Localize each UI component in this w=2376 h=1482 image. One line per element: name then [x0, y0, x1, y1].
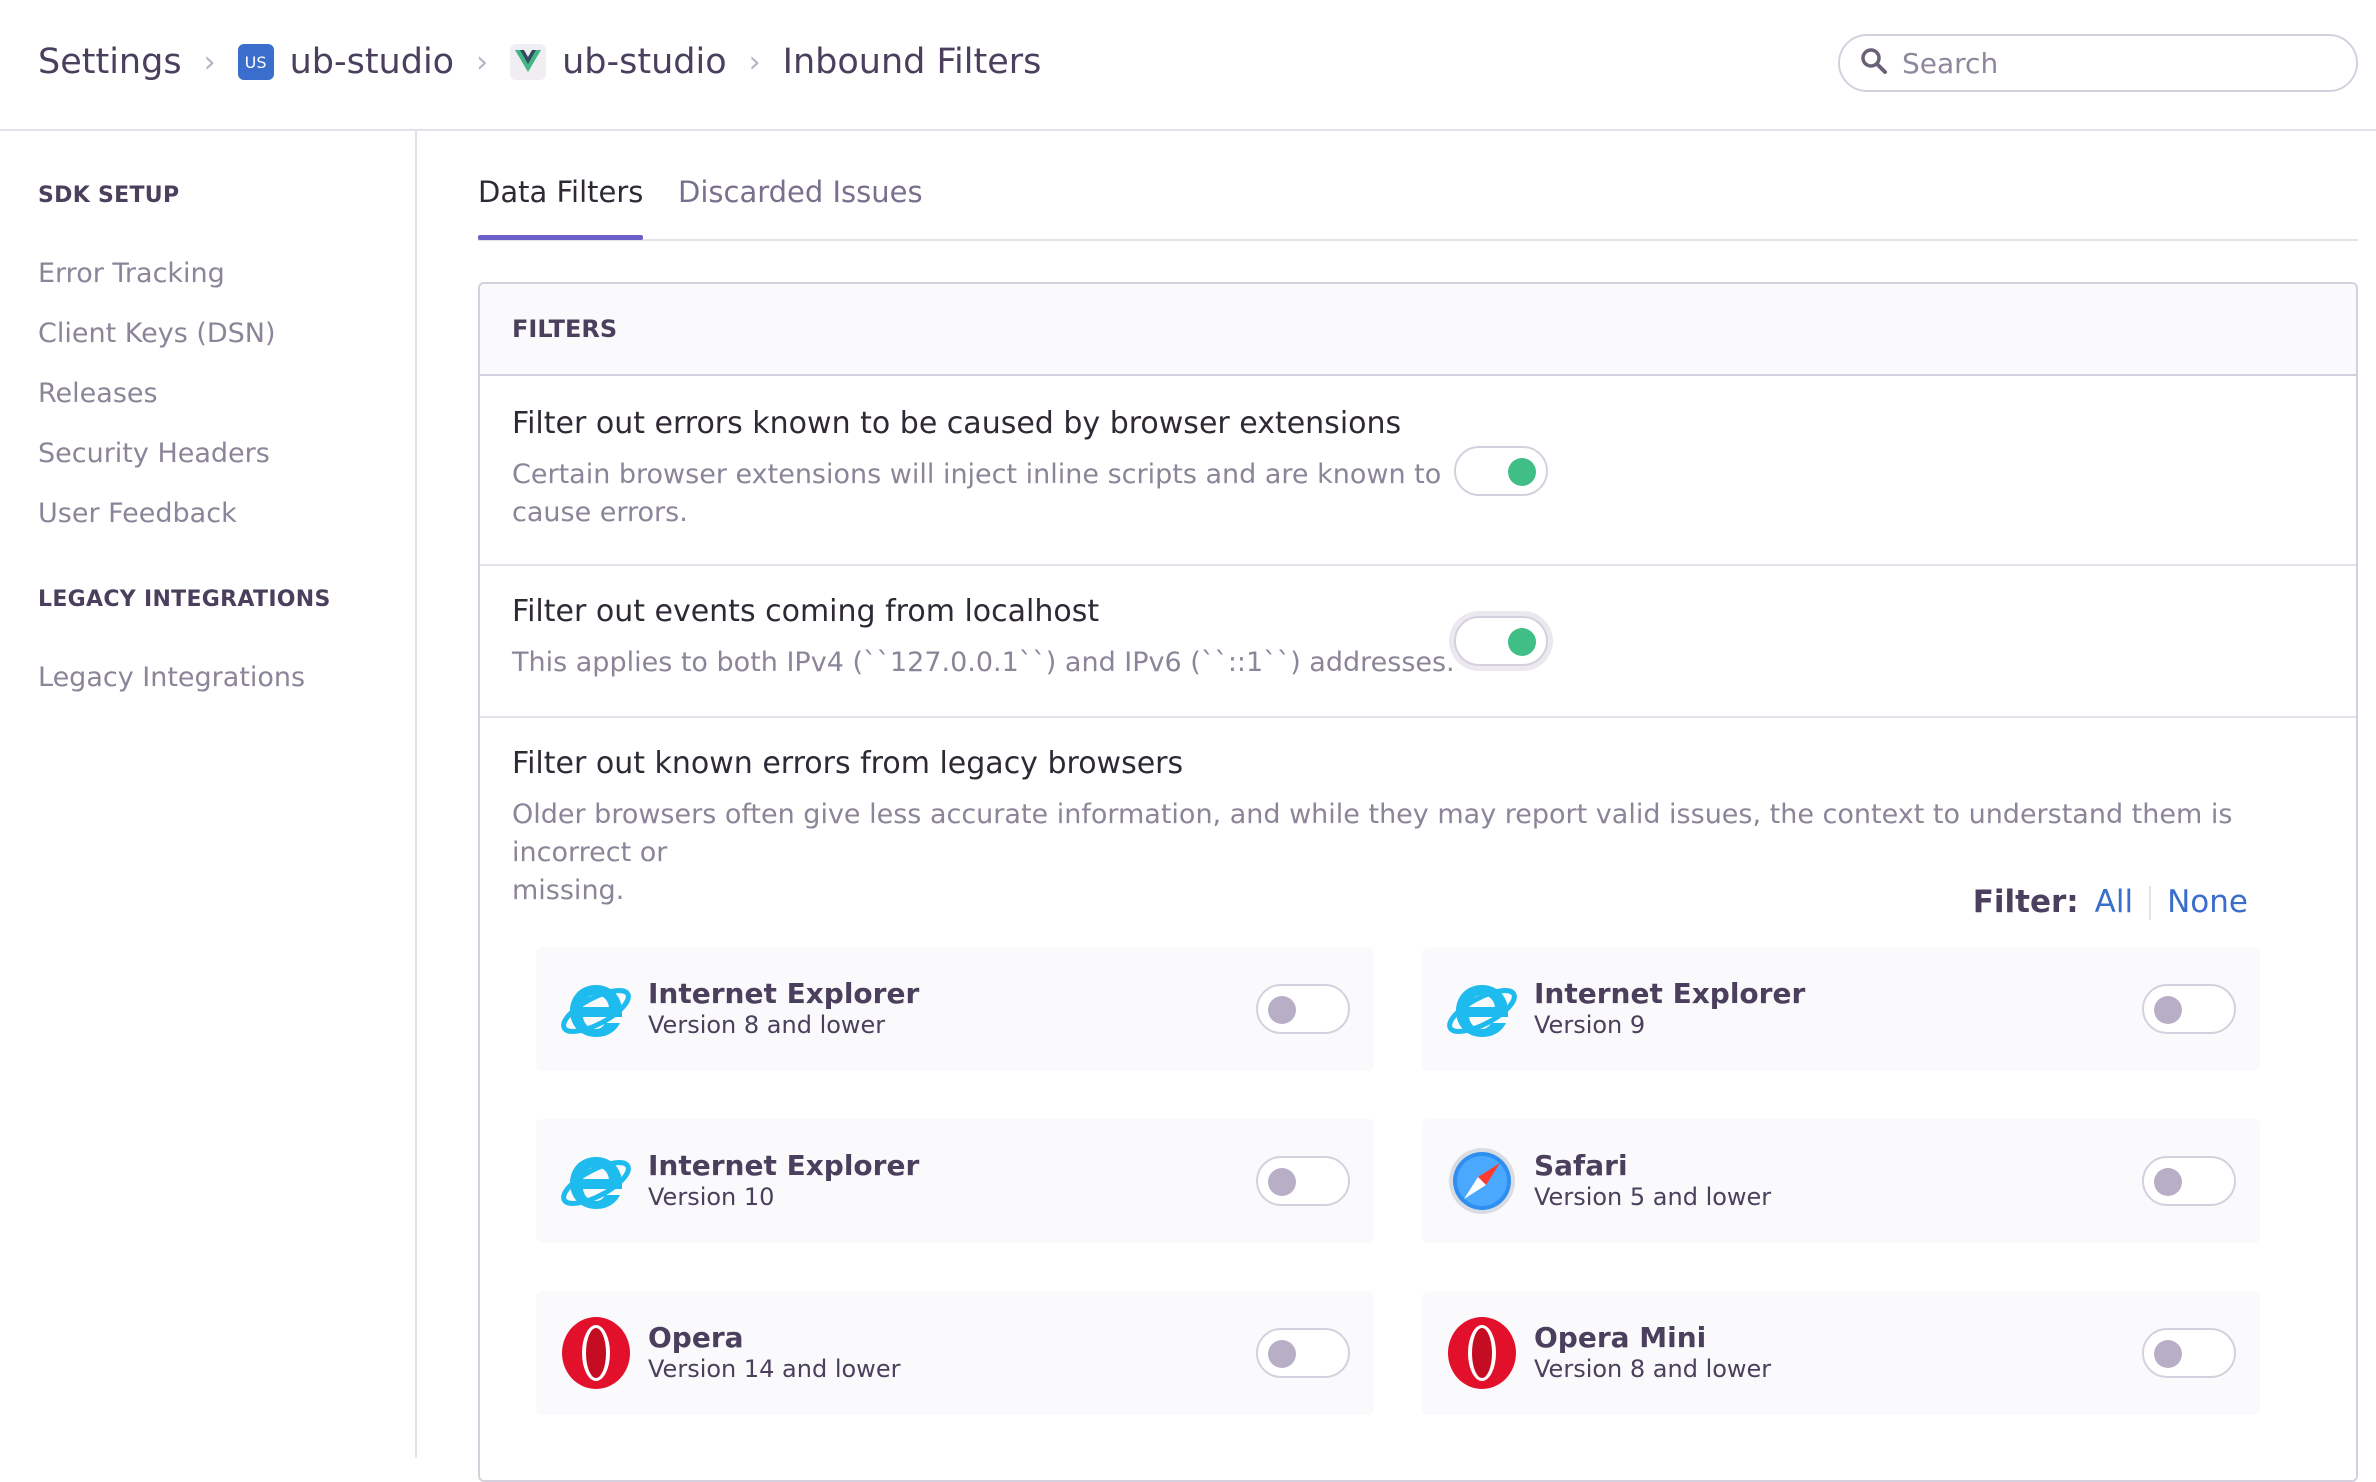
filter-description-line: Certain browser extensions will inject i… [512, 459, 1442, 490]
breadcrumb-org[interactable]: ub-studio [290, 42, 455, 82]
filter-row-legacy-browsers: Filter out known errors from legacy brow… [480, 718, 2356, 1480]
browser-card-ie8: Internet Explorer Version 8 and lower [536, 947, 1374, 1071]
browser-card-ie10: Internet Explorer Version 10 [536, 1119, 1374, 1243]
filter-description-line: Older browsers often give less accurate … [512, 799, 2233, 868]
browser-card-opera-mini: Opera Mini Version 8 and lower [1422, 1291, 2260, 1415]
localhost-toggle[interactable] [1454, 616, 1548, 666]
toggle-knob [1508, 628, 1536, 656]
breadcrumb-project[interactable]: ub-studio [562, 42, 727, 82]
sidebar-item-releases[interactable]: Releases [38, 378, 158, 409]
top-header: Settings › US ub-studio › ub-studio › In… [0, 0, 2376, 131]
safari-toggle[interactable] [2142, 1156, 2236, 1206]
browser-name: Safari [1534, 1149, 1628, 1182]
browser-version: Version 5 and lower [1534, 1183, 1772, 1211]
internet-explorer-icon [1447, 985, 1517, 1037]
internet-explorer-icon [561, 1157, 631, 1209]
sidebar-item-security-headers[interactable]: Security Headers [38, 438, 270, 469]
toggle-knob [2154, 1340, 2182, 1368]
chevron-right-icon: › [476, 44, 489, 80]
search-input[interactable] [1902, 46, 2342, 80]
tab-bar: Data Filters Discarded Issues [478, 131, 2358, 241]
breadcrumb-page: Inbound Filters [782, 42, 1042, 82]
breadcrumb-settings[interactable]: Settings [38, 42, 182, 82]
opera-icon [1448, 1317, 1516, 1389]
filter-description-line: cause errors. [512, 497, 688, 528]
browser-card-safari: Safari Version 5 and lower [1422, 1119, 2260, 1243]
filter-title: Filter out events coming from localhost [512, 594, 1100, 629]
toggle-knob [1508, 458, 1536, 486]
browser-name: Internet Explorer [1534, 977, 1806, 1010]
browser-card-opera: Opera Version 14 and lower [536, 1291, 1374, 1415]
tab-data-filters[interactable]: Data Filters [478, 175, 644, 240]
chevron-right-icon: › [748, 44, 761, 80]
browser-name: Opera [648, 1321, 744, 1354]
sidebar-item-legacy-integrations[interactable]: Legacy Integrations [38, 662, 305, 693]
filter-label: Filter: [1972, 884, 2079, 920]
ie10-toggle[interactable] [1256, 1156, 1350, 1206]
toggle-knob [1268, 1168, 1296, 1196]
browser-version: Version 8 and lower [648, 1011, 886, 1039]
toggle-knob [1268, 1340, 1296, 1368]
chevron-right-icon: › [203, 44, 216, 80]
browser-version: Version 14 and lower [648, 1355, 901, 1383]
browser-extensions-toggle[interactable] [1454, 446, 1548, 496]
filter-all-none: Filter: All None [1973, 884, 2248, 920]
sidebar-item-user-feedback[interactable]: User Feedback [38, 498, 237, 529]
safari-icon [1449, 1148, 1515, 1214]
filter-all-link[interactable]: All [2095, 884, 2133, 920]
panel-heading: FILTERS [480, 284, 2356, 376]
browser-name: Internet Explorer [648, 977, 920, 1010]
browser-version: Version 9 [1534, 1011, 1646, 1039]
sidebar: SDK SETUP Error Tracking Client Keys (DS… [0, 131, 417, 1458]
filter-row-browser-extensions: Filter out errors known to be caused by … [480, 376, 2356, 566]
filter-row-localhost: Filter out events coming from localhost … [480, 566, 2356, 718]
filter-description: Certain browser extensions will inject i… [512, 456, 1441, 532]
sidebar-item-client-keys[interactable]: Client Keys (DSN) [38, 318, 276, 349]
filter-description-line: This applies to both IPv4 (``127.0.0.1``… [512, 647, 1455, 678]
internet-explorer-icon [561, 985, 631, 1037]
opera-icon [562, 1317, 630, 1389]
filter-title: Filter out errors known to be caused by … [512, 406, 1402, 441]
filter-description: This applies to both IPv4 (``127.0.0.1``… [512, 644, 1455, 682]
filters-panel: FILTERS Filter out errors known to be ca… [478, 282, 2358, 1482]
browser-version: Version 8 and lower [1534, 1355, 1772, 1383]
filter-none-link[interactable]: None [2167, 884, 2248, 920]
search-box[interactable] [1838, 34, 2358, 92]
sidebar-item-error-tracking[interactable]: Error Tracking [38, 258, 225, 289]
sidebar-heading-sdk-setup: SDK SETUP [38, 183, 180, 208]
org-avatar: US [237, 44, 274, 80]
browser-name: Opera Mini [1534, 1321, 1707, 1354]
ie8-toggle[interactable] [1256, 984, 1350, 1034]
tab-discarded-issues[interactable]: Discarded Issues [678, 175, 923, 209]
opera-mini-toggle[interactable] [2142, 1328, 2236, 1378]
breadcrumb: Settings › US ub-studio › ub-studio › In… [38, 0, 1041, 124]
toggle-knob [2154, 996, 2182, 1024]
opera-toggle[interactable] [1256, 1328, 1350, 1378]
sidebar-heading-legacy-integrations: LEGACY INTEGRATIONS [38, 587, 331, 612]
browser-name: Internet Explorer [648, 1149, 920, 1182]
search-icon [1860, 47, 1888, 79]
browser-version: Version 10 [648, 1183, 775, 1211]
ie9-toggle[interactable] [2142, 984, 2236, 1034]
toggle-knob [1268, 996, 1296, 1024]
toggle-knob [2154, 1168, 2182, 1196]
filter-title: Filter out known errors from legacy brow… [512, 746, 1184, 781]
browser-card-ie9: Internet Explorer Version 9 [1422, 947, 2260, 1071]
divider [2149, 886, 2152, 920]
vue-icon [510, 44, 547, 80]
